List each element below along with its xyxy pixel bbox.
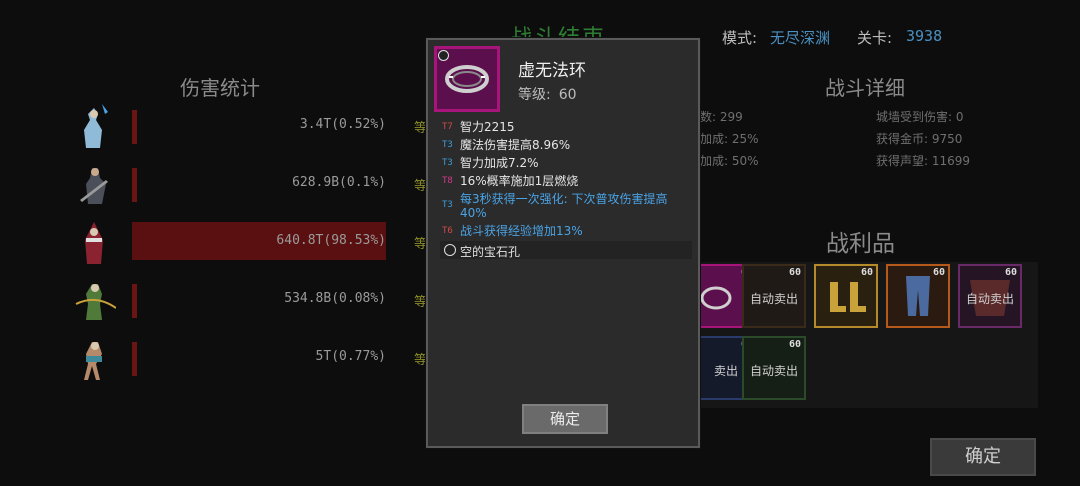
mage-hero-icon (85, 222, 103, 264)
archer-hero-icon (75, 284, 116, 320)
loot-level: 60 (932, 267, 945, 278)
loot-level: 60 (1004, 267, 1017, 278)
item-affix: T8 16%概率施加1层燃烧 (442, 174, 692, 188)
loot-level: 60 (788, 267, 801, 278)
item-affix: T7 智力2215 (442, 120, 692, 134)
level-label: 关卡: (857, 29, 893, 47)
damage-value: 534.8B(0.08%) (284, 291, 386, 306)
empty-socket-label: 空的宝石孔 (460, 245, 521, 259)
affix-text: 智力加成7.2% (460, 156, 539, 170)
mode-label: 模式: (722, 29, 758, 47)
loot-level: 60 (788, 339, 801, 350)
damage-row: 5T(0.77%) 等 (72, 334, 432, 384)
item-level-value: 60 (558, 87, 577, 103)
affix-text: 魔法伤害提高8.96% (460, 138, 571, 152)
item-affix: T3 智力加成7.2% (442, 156, 692, 170)
loot-item[interactable]: 60 (886, 264, 950, 328)
damage-value: 3.4T(0.52%) (299, 117, 386, 132)
damage-row: 628.9B(0.1%) 等 (72, 160, 432, 210)
detail-stat: 城墙受到伤害: 0 (876, 110, 964, 124)
affix-tier: T3 (442, 200, 453, 210)
damage-value: 5T(0.77%) (315, 349, 386, 364)
empty-socket-row: 空的宝石孔 (440, 241, 692, 259)
loot-item[interactable]: 60 自动卖出 (958, 264, 1022, 328)
affix-tier: T3 (442, 158, 453, 168)
damage-stats-title: 伤害统计 (180, 76, 260, 100)
popup-confirm-button[interactable]: 确定 (522, 404, 608, 434)
auto-sell-label: 自动卖出 (749, 364, 798, 378)
item-icon-frame (434, 46, 500, 112)
warrior-hero-icon (80, 168, 108, 204)
damage-bar (132, 284, 137, 318)
damage-value: 628.9B(0.1%) (292, 175, 386, 190)
item-affix: T6 战斗获得经验增加13% (442, 224, 692, 238)
loot-panel: 60 60 自动卖出 60 60 60 自动卖出 60 卖出 60 自动卖出 (690, 262, 1038, 408)
affix-tier: T6 (442, 226, 453, 236)
socket-icon (438, 50, 449, 61)
item-name: 虚无法环 (518, 61, 586, 81)
confirm-button[interactable]: 确定 (930, 438, 1036, 476)
damage-row: 534.8B(0.08%) 等 (72, 276, 432, 326)
affix-text: 16%概率施加1层燃烧 (460, 174, 579, 188)
loot-item[interactable]: 60 自动卖出 (742, 336, 806, 400)
damage-value: 640.8T(98.53%) (276, 233, 386, 248)
empty-socket-icon (444, 244, 456, 256)
item-level-label: 等级: (518, 87, 551, 103)
affix-text: 战斗获得经验增加13% (460, 224, 583, 238)
loot-item[interactable]: 60 自动卖出 (742, 264, 806, 328)
loot-level: 60 (860, 267, 873, 278)
damage-row: 3.4T(0.52%) 等 (72, 102, 432, 152)
damage-row: 640.8T(98.53%) 等 (72, 218, 432, 268)
affix-tier: T7 (442, 122, 453, 132)
detail-stat: 获得声望: 11699 (876, 154, 971, 168)
damage-bar (132, 110, 137, 144)
item-affix: T3 每3秒获得一次强化: 下次普攻伤害提高40% (442, 192, 692, 220)
auto-sell-label: 自动卖出 (965, 292, 1014, 306)
item-tooltip-popup: 虚无法环 等级: 60 T7 智力2215 T3 魔法伤害提高8.96% T3 智力加成… (426, 38, 700, 448)
damage-bar (132, 168, 137, 202)
affix-text: 智力2215 (460, 120, 515, 134)
sorceress-hero-icon (84, 104, 108, 148)
detail-stat: 获得金币: 9750 (876, 132, 963, 146)
detail-stat: 加成: 50% (700, 154, 759, 168)
mode-value: 无尽深渊 (770, 29, 831, 47)
dancer-hero-icon (84, 342, 102, 380)
battle-detail-title: 战斗详细 (825, 76, 905, 100)
affix-tier: T3 (442, 140, 453, 150)
detail-stat: 加成: 25% (700, 132, 759, 146)
loot-title: 战利品 (826, 231, 895, 257)
detail-stat: 数: 299 (700, 110, 743, 124)
level-value: 3938 (906, 27, 943, 45)
affix-tier: T8 (442, 176, 453, 186)
loot-item[interactable]: 60 (814, 264, 878, 328)
damage-bar (132, 342, 137, 376)
item-affix: T3 魔法伤害提高8.96% (442, 138, 692, 152)
affix-text: 每3秒获得一次强化: 下次普攻伤害提高40% (460, 192, 668, 220)
auto-sell-label: 自动卖出 (749, 292, 798, 306)
item-level: 等级: 60 (518, 84, 577, 104)
